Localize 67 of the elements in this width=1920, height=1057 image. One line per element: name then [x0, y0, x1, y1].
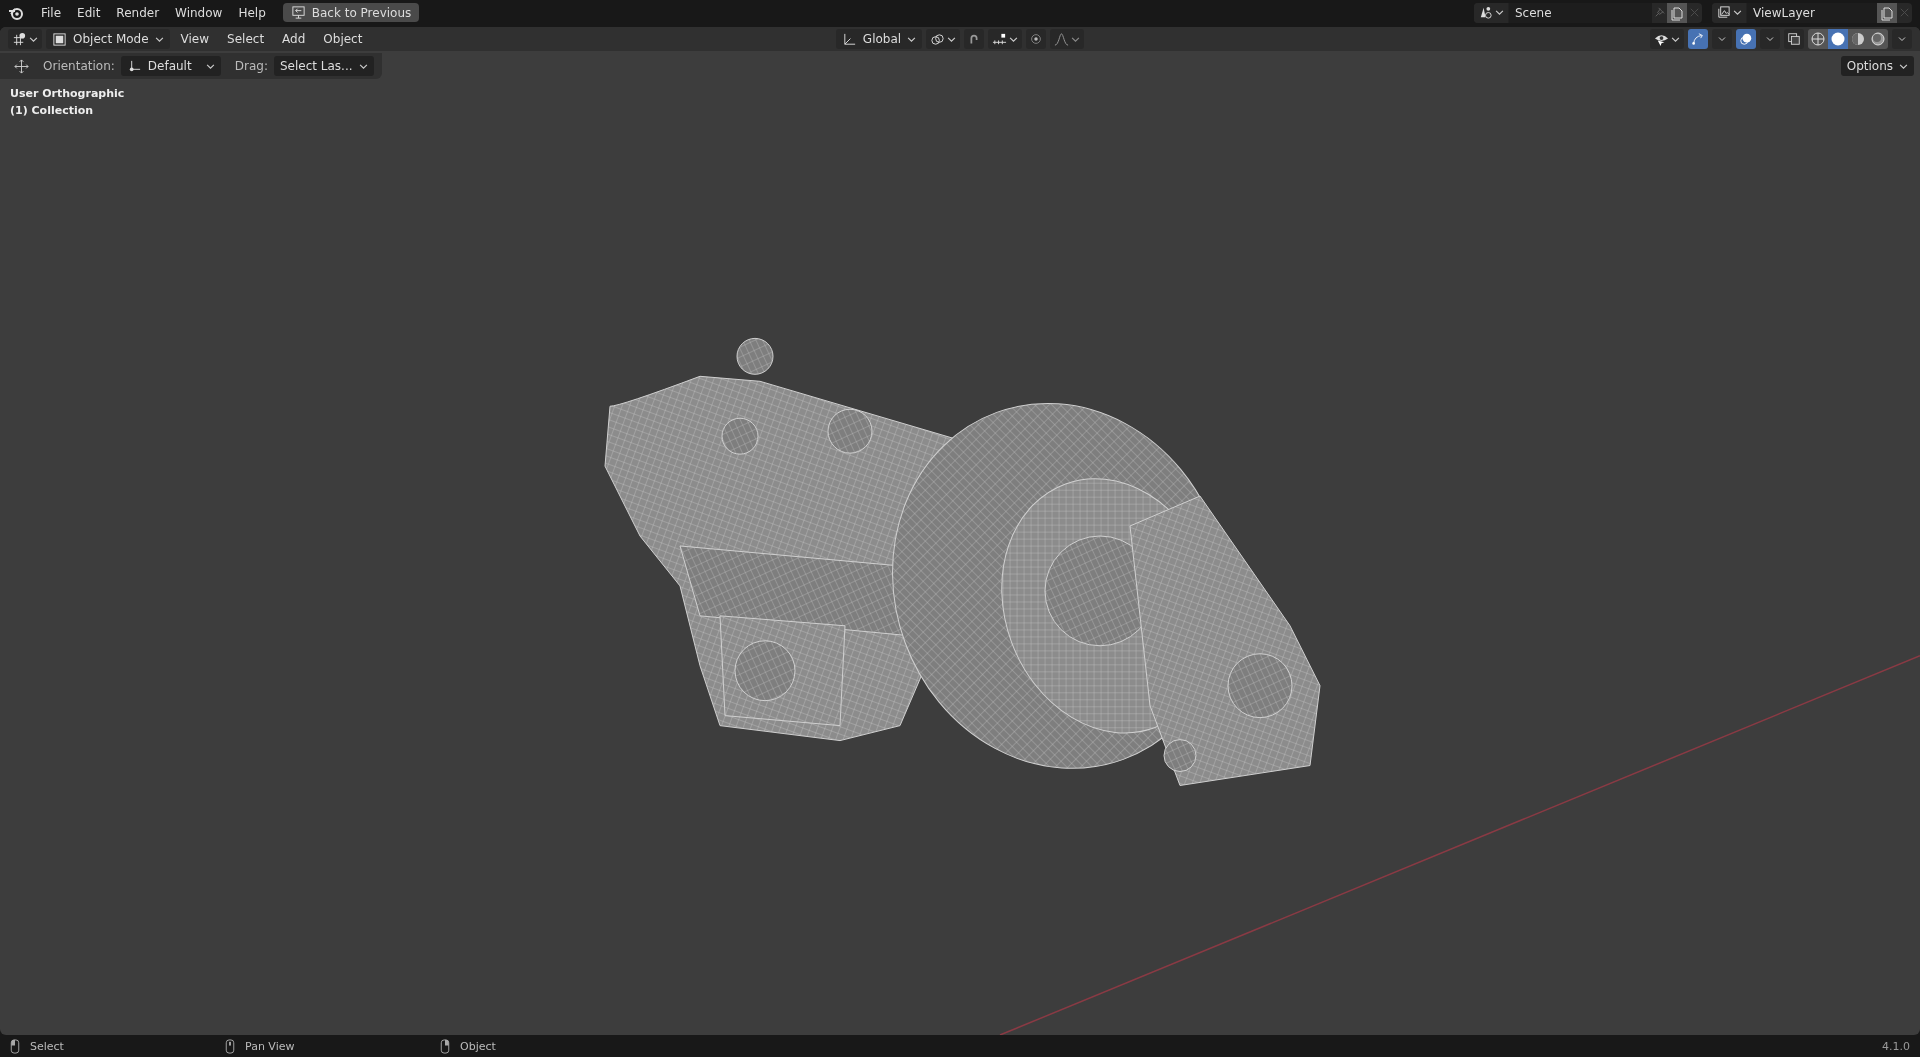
- menu-item[interactable]: File: [34, 2, 69, 23]
- caret-icon: [1733, 8, 1742, 17]
- caret-icon: [1495, 8, 1504, 17]
- increment-icon: [992, 31, 1008, 47]
- mouse-icon: [440, 1038, 450, 1054]
- axes-icon: [841, 31, 857, 47]
- editor-type-dropdown[interactable]: [8, 29, 42, 49]
- caret-icon: [1899, 61, 1908, 71]
- menu-item[interactable]: Edit: [70, 2, 108, 23]
- overlays-icon[interactable]: [1736, 29, 1756, 49]
- gizmo-icon[interactable]: [1688, 29, 1708, 49]
- visibility-dropdown[interactable]: [1650, 29, 1684, 49]
- orientation-dropdown[interactable]: Default: [120, 56, 221, 76]
- magnet-icon[interactable]: [964, 29, 985, 49]
- falloff-dropdown[interactable]: [1050, 29, 1085, 49]
- xray-icon[interactable]: [1784, 29, 1804, 49]
- proportional-edit-icon[interactable]: [1026, 29, 1047, 49]
- shading-mode-icon[interactable]: [1868, 29, 1888, 49]
- caret-icon: [29, 34, 38, 44]
- menu-item[interactable]: Object: [316, 29, 370, 49]
- caret-icon: [205, 61, 215, 71]
- view-name-text: User Orthographic: [10, 87, 125, 100]
- pivot-dropdown[interactable]: [926, 29, 961, 49]
- mouse-icon: [10, 1038, 20, 1054]
- caret-icon[interactable]: [1892, 29, 1912, 49]
- move-icon: [14, 58, 29, 74]
- orientation-label: Orientation:: [43, 59, 115, 73]
- collection-text: (1) Collection: [10, 104, 94, 117]
- mode-dropdown[interactable]: Object Mode: [46, 29, 170, 49]
- status-hint-text: Select: [30, 1039, 64, 1053]
- menu-item[interactable]: Select: [220, 29, 272, 49]
- drag-dropdown[interactable]: Select Las...: [274, 56, 374, 76]
- mouse-icon: [225, 1038, 235, 1054]
- cube-icon: [52, 31, 67, 47]
- viewport-icon: [12, 31, 27, 47]
- menu-item[interactable]: Window: [168, 2, 230, 23]
- caret-icon: [907, 34, 917, 44]
- pivot-icon: [930, 31, 946, 47]
- options-dropdown[interactable]: Options: [1840, 56, 1914, 76]
- menu-item[interactable]: Add: [275, 29, 313, 49]
- version-text: 4.1.0: [1882, 1039, 1910, 1053]
- drag-label: Drag:: [234, 59, 268, 73]
- menu-item[interactable]: View: [173, 29, 217, 49]
- caret-icon: [947, 34, 957, 44]
- caret-icon: [154, 34, 164, 44]
- scene-icon: [1478, 5, 1493, 20]
- caret-icon: [1071, 34, 1081, 44]
- image-stack-icon: [1716, 5, 1731, 20]
- monitor-icon: [290, 5, 306, 20]
- scene-field[interactable]: Scene: [1509, 2, 1652, 23]
- back-button[interactable]: Back to Previous: [282, 3, 420, 22]
- view-layer-field[interactable]: ViewLayer: [1747, 2, 1877, 23]
- caret-icon: [1009, 34, 1019, 44]
- status-hint-text: Object: [460, 1039, 496, 1053]
- menu-item[interactable]: Render: [109, 2, 167, 23]
- shading-mode-icon[interactable]: [1828, 29, 1848, 49]
- caret-icon: [1671, 34, 1680, 44]
- duplicate-icon[interactable]: [1877, 2, 1897, 23]
- curve-icon: [1054, 31, 1070, 47]
- duplicate-icon[interactable]: [1667, 2, 1687, 23]
- caret-icon: [358, 61, 368, 71]
- status-hint-text: Pan View: [245, 1039, 295, 1053]
- orientation-dropdown[interactable]: Global: [835, 29, 923, 49]
- shading-mode-icon[interactable]: [1808, 29, 1828, 49]
- caret-icon[interactable]: [1712, 29, 1732, 49]
- menu-item[interactable]: Help: [231, 2, 273, 23]
- snap-target-dropdown[interactable]: [988, 29, 1023, 49]
